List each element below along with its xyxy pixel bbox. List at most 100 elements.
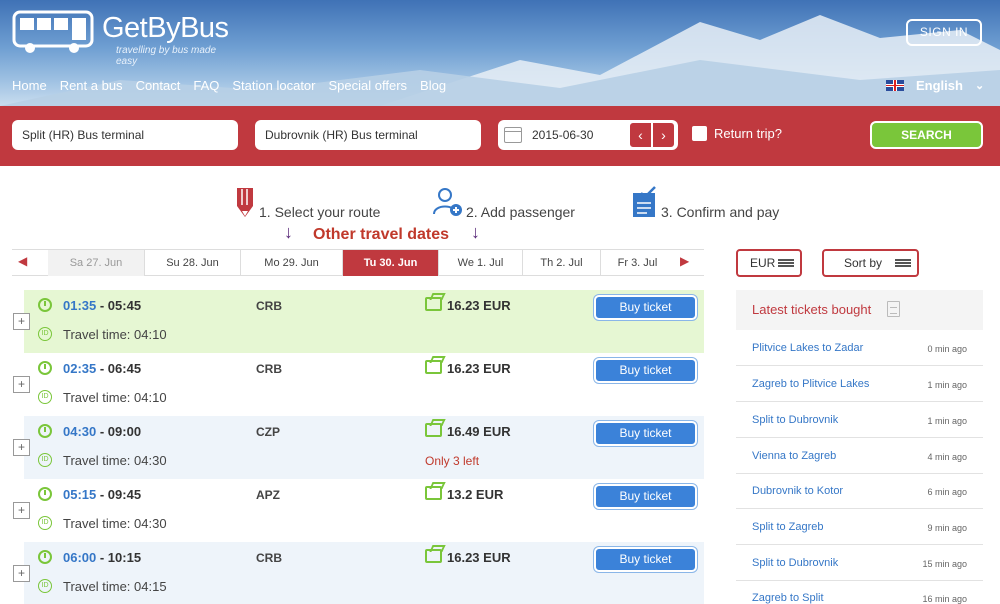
search-bar: Split (HR) Bus terminal Dubrovnik (HR) B… [0, 106, 1000, 166]
chevron-down-icon: ⌄ [974, 80, 985, 92]
language-label: English [916, 78, 963, 93]
latest-ticket-item[interactable]: Split to Zagreb 9 min ago [736, 509, 983, 545]
result-row: + 06:00 - 10:15 ID Travel time: 04:15 CR… [13, 542, 704, 604]
clock-icon [38, 487, 52, 501]
sign-in-button[interactable]: SIGN IN [906, 19, 982, 46]
menu-lines-icon [895, 259, 911, 267]
currency-value: EUR [750, 256, 776, 270]
ticket-icon [425, 549, 442, 563]
trip-route-link[interactable]: Zagreb to Split [752, 592, 824, 604]
departure-time: 02:35 - 06:45 [63, 361, 142, 376]
clock-icon [38, 361, 52, 375]
latest-ticket-item[interactable]: Zagreb to Plitvice Lakes 1 min ago [736, 366, 983, 402]
document-icon [887, 301, 900, 317]
trip-route-link[interactable]: Zagreb to Plitvice Lakes [752, 378, 869, 390]
carrier-code: CRB [256, 362, 282, 376]
return-trip-checkbox[interactable] [692, 126, 707, 141]
clock-icon [38, 424, 52, 438]
trip-time-ago: 1 min ago [927, 416, 967, 426]
expand-row-button[interactable]: + [13, 439, 30, 456]
to-input[interactable]: Dubrovnik (HR) Bus terminal [255, 120, 481, 150]
travel-time: Travel time: 04:10 [63, 327, 167, 342]
nav-faq[interactable]: FAQ [193, 78, 219, 93]
search-button[interactable]: SEARCH [870, 121, 983, 149]
id-icon: ID [38, 327, 52, 341]
carrier-code: CRB [256, 299, 282, 313]
latest-tickets-title: Latest tickets bought [752, 302, 872, 317]
departure-time: 04:30 - 09:00 [63, 424, 142, 439]
header-banner: GetByBus travelling by bus made easy SIG… [0, 0, 1000, 106]
menu-lines-icon [778, 259, 794, 267]
trip-route-link[interactable]: Split to Dubrovnik [752, 414, 838, 426]
expand-row-button[interactable]: + [13, 565, 30, 582]
trip-time-ago: 6 min ago [927, 487, 967, 497]
departure-time: 01:35 - 05:45 [63, 298, 142, 313]
carrier-code: CZP [256, 425, 280, 439]
expand-row-button[interactable]: + [13, 502, 30, 519]
add-passenger-icon [433, 188, 462, 216]
id-icon: ID [38, 579, 52, 593]
nav-rent-a-bus[interactable]: Rent a bus [60, 78, 123, 93]
carrier-code: APZ [256, 488, 280, 502]
trip-route-link[interactable]: Split to Dubrovnik [752, 557, 838, 569]
date-tab[interactable]: Fr 3. Jul [600, 250, 674, 276]
trip-route-link[interactable]: Vienna to Zagreb [752, 450, 836, 462]
travel-time: Travel time: 04:15 [63, 579, 167, 594]
buy-ticket-button[interactable]: Buy ticket [594, 295, 697, 320]
travel-time: Travel time: 04:30 [63, 516, 167, 531]
date-tab[interactable]: Th 2. Jul [522, 250, 600, 276]
ticket-icon [425, 297, 442, 311]
language-selector[interactable]: English ⌄ [886, 78, 984, 93]
next-date-button[interactable]: › [652, 122, 675, 148]
latest-ticket-item[interactable]: Dubrovnik to Kotor 6 min ago [736, 473, 983, 509]
trip-time-ago: 1 min ago [927, 380, 967, 390]
calendar-icon [504, 127, 522, 143]
from-input[interactable]: Split (HR) Bus terminal [12, 120, 238, 150]
site-logo[interactable]: GetByBus travelling by bus made easy [12, 8, 232, 67]
buy-ticket-button[interactable]: Buy ticket [594, 484, 697, 509]
nav-station-locator[interactable]: Station locator [232, 78, 315, 93]
latest-ticket-item[interactable]: Split to Dubrovnik 1 min ago [736, 402, 983, 438]
trip-route-link[interactable]: Split to Zagreb [752, 521, 824, 533]
clock-icon [38, 550, 52, 564]
sort-select[interactable]: Sort by [822, 249, 919, 277]
date-tab[interactable]: We 1. Jul [438, 250, 522, 276]
buy-ticket-button[interactable]: Buy ticket [594, 358, 697, 383]
expand-row-button[interactable]: + [13, 376, 30, 393]
nav-special-offers[interactable]: Special offers [329, 78, 408, 93]
latest-ticket-item[interactable]: Split to Dubrovnik 15 min ago [736, 545, 983, 581]
price: 16.23 EUR [447, 361, 511, 376]
trip-time-ago: 9 min ago [927, 523, 967, 533]
trip-time-ago: 0 min ago [927, 344, 967, 354]
next-dates-arrow-icon[interactable]: ▶ [680, 254, 689, 268]
trip-time-ago: 16 min ago [922, 594, 967, 604]
date-tab-selected[interactable]: Tu 30. Jun [342, 250, 438, 276]
trip-route-link[interactable]: Plitvice Lakes to Zadar [752, 342, 863, 354]
departure-time: 05:15 - 09:45 [63, 487, 142, 502]
latest-ticket-item[interactable]: Vienna to Zagreb 4 min ago [736, 438, 983, 474]
nav-home[interactable]: Home [12, 78, 47, 93]
date-tab[interactable]: Su 28. Jun [144, 250, 240, 276]
latest-ticket-item[interactable]: Plitvice Lakes to Zadar 0 min ago [736, 330, 983, 366]
seats-left-note: Only 3 left [425, 454, 480, 468]
buy-ticket-button[interactable]: Buy ticket [594, 421, 697, 446]
down-arrow-icon: ↓ [284, 222, 293, 242]
result-row: + 02:35 - 06:45 ID Travel time: 04:10 CR… [13, 353, 704, 416]
currency-select[interactable]: EUR [736, 249, 802, 277]
result-row: + 01:35 - 05:45 ID Travel time: 04:10 CR… [13, 290, 704, 353]
price: 16.49 EUR [447, 424, 511, 439]
buy-ticket-button[interactable]: Buy ticket [594, 547, 697, 572]
expand-row-button[interactable]: + [13, 313, 30, 330]
other-dates-hint: Other travel dates [313, 226, 450, 243]
trip-route-link[interactable]: Dubrovnik to Kotor [752, 485, 843, 497]
nav-contact[interactable]: Contact [136, 78, 181, 93]
prev-date-button[interactable]: ‹ [629, 122, 652, 148]
latest-ticket-item[interactable]: Zagreb to Split 16 min ago [736, 580, 983, 604]
down-arrow-icon: ↓ [471, 222, 480, 242]
prev-dates-arrow-icon[interactable]: ◀ [18, 254, 27, 268]
id-icon: ID [38, 516, 52, 530]
nav-blog[interactable]: Blog [420, 78, 446, 93]
date-tab[interactable]: Mo 29. Jun [240, 250, 342, 276]
return-trip-toggle[interactable]: Return trip? [692, 126, 782, 141]
return-trip-label: Return trip? [714, 126, 782, 141]
